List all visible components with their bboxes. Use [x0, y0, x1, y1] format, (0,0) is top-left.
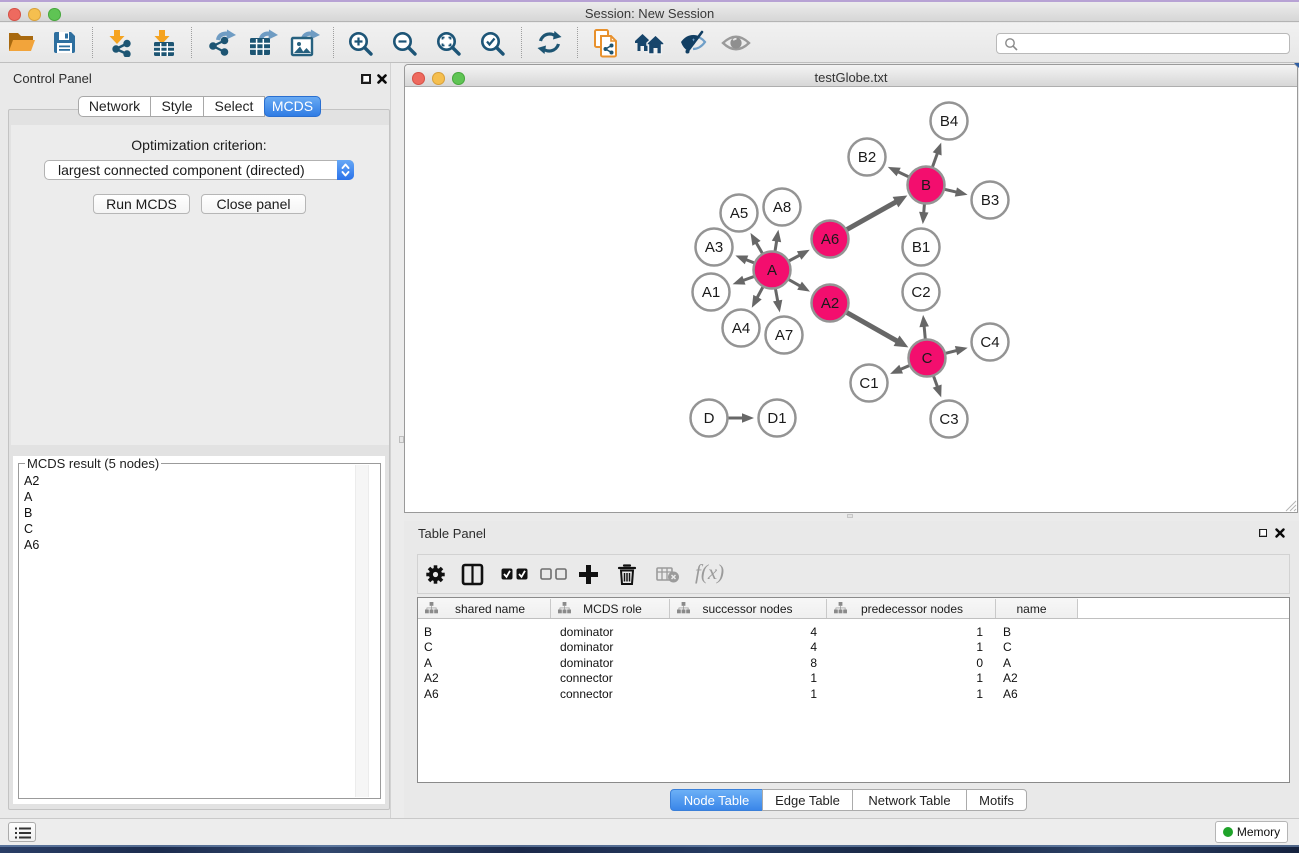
svg-text:D: D	[704, 410, 715, 427]
svg-text:A1: A1	[702, 284, 720, 301]
svg-text:C2: C2	[911, 284, 930, 301]
svg-text:B3: B3	[981, 192, 999, 209]
svg-text:A2: A2	[821, 295, 839, 312]
svg-text:C1: C1	[859, 375, 878, 392]
svg-text:C3: C3	[939, 411, 958, 428]
svg-text:A3: A3	[705, 239, 723, 256]
svg-text:C4: C4	[980, 334, 999, 351]
svg-text:B2: B2	[858, 149, 876, 166]
svg-text:A5: A5	[730, 205, 748, 222]
svg-text:A6: A6	[821, 231, 839, 248]
svg-text:B4: B4	[940, 113, 958, 130]
svg-text:A7: A7	[775, 327, 793, 344]
svg-text:C: C	[922, 350, 933, 367]
svg-text:A8: A8	[773, 199, 791, 216]
svg-text:A4: A4	[732, 320, 750, 337]
svg-text:B: B	[921, 177, 931, 194]
svg-text:B1: B1	[912, 239, 930, 256]
svg-text:D1: D1	[767, 410, 786, 427]
svg-text:A: A	[767, 262, 777, 279]
